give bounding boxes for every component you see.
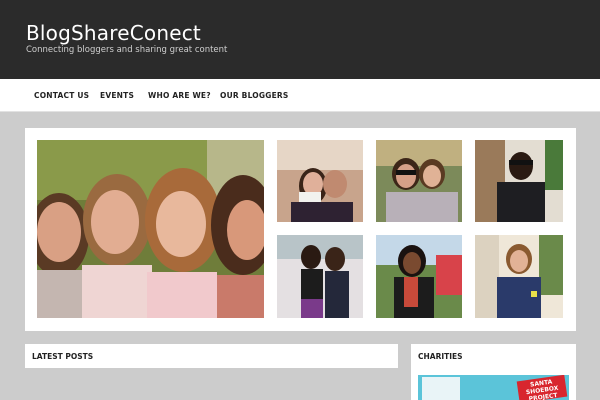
charities-widget: CHARITIES SANTA SHOEBOX PROJECT bbox=[411, 344, 576, 400]
santa-shoebox-badge: SANTA SHOEBOX PROJECT bbox=[516, 375, 568, 400]
main-navigation: CONTACT US EVENTS WHO ARE WE? OUR BLOGGE… bbox=[0, 79, 600, 112]
site-title[interactable]: BlogShareConect bbox=[26, 21, 201, 45]
charity-banner[interactable]: SANTA SHOEBOX PROJECT bbox=[418, 375, 569, 400]
blogger-photo-2[interactable] bbox=[376, 140, 462, 222]
nav-item-who-are-we[interactable]: WHO ARE WE? bbox=[148, 91, 211, 100]
charity-banner-graphic bbox=[422, 377, 460, 400]
group-selfie-photo[interactable] bbox=[37, 140, 264, 318]
nav-item-our-bloggers[interactable]: OUR BLOGGERS bbox=[220, 91, 288, 100]
blogger-photo-3[interactable] bbox=[475, 140, 563, 222]
blogger-photo-4[interactable] bbox=[277, 235, 363, 318]
site-header: BlogShareConect Connecting bloggers and … bbox=[0, 0, 600, 79]
site-description: Connecting bloggers and sharing great co… bbox=[26, 45, 228, 55]
nav-item-events[interactable]: EVENTS bbox=[100, 91, 134, 100]
blogger-photo-1[interactable] bbox=[277, 140, 363, 222]
nav-item-contact-us[interactable]: CONTACT US bbox=[34, 91, 89, 100]
charity-banner-text: SANTA SHOEBOX PROJECT bbox=[525, 378, 559, 400]
latest-posts-widget: LATEST POSTS bbox=[25, 344, 398, 368]
photo-gallery bbox=[25, 128, 576, 331]
latest-posts-title: LATEST POSTS bbox=[32, 352, 94, 361]
blogger-photo-5[interactable] bbox=[376, 235, 462, 318]
blogger-photo-6[interactable] bbox=[475, 235, 563, 318]
charities-title: CHARITIES bbox=[418, 352, 463, 361]
